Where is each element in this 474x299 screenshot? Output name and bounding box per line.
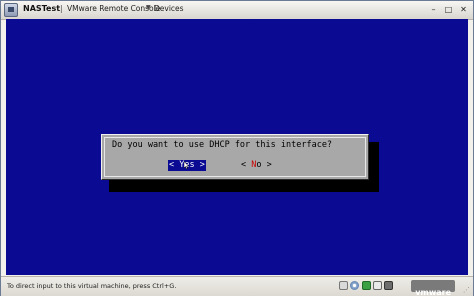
menu-devices[interactable]: Devices — [154, 4, 184, 13]
floppy-icon[interactable] — [384, 281, 393, 290]
title-separator: | — [60, 4, 63, 13]
vmrc-window: NASTest | VMware Remote Console ▼ Device… — [0, 0, 474, 297]
title-bar[interactable]: NASTest | VMware Remote Console ▼ Device… — [1, 1, 473, 20]
window-title: NASTest — [23, 4, 61, 13]
dhcp-question: Do you want to use DHCP for this interfa… — [112, 140, 333, 150]
close-button[interactable]: ✕ — [457, 4, 470, 15]
network-icon[interactable] — [362, 281, 371, 290]
dhcp-dialog: Do you want to use DHCP for this interfa… — [101, 134, 369, 180]
hotkey-letter: N — [251, 160, 257, 170]
resize-grip-icon[interactable]: ⋰ — [463, 286, 470, 294]
vm-app-icon — [4, 3, 18, 17]
status-bar: To direct input to this virtual machine,… — [1, 276, 473, 297]
status-hint: To direct input to this virtual machine,… — [7, 282, 177, 290]
maximize-button[interactable]: □ — [442, 4, 455, 15]
vm-console-screen[interactable]: Do you want to use DHCP for this interfa… — [6, 19, 468, 275]
chevron-down-icon[interactable]: ▼ — [146, 4, 151, 11]
minimize-button[interactable]: – — [427, 4, 440, 15]
usb-icon[interactable] — [373, 281, 382, 290]
hard-disk-icon[interactable] — [339, 281, 348, 290]
no-button[interactable]: < No > — [241, 160, 272, 171]
vmware-logo: vmware — [411, 280, 455, 297]
dialog-buttons: < Yes > < No > — [102, 160, 368, 172]
mouse-cursor-icon — [184, 161, 189, 170]
cd-rom-icon[interactable] — [350, 281, 359, 290]
